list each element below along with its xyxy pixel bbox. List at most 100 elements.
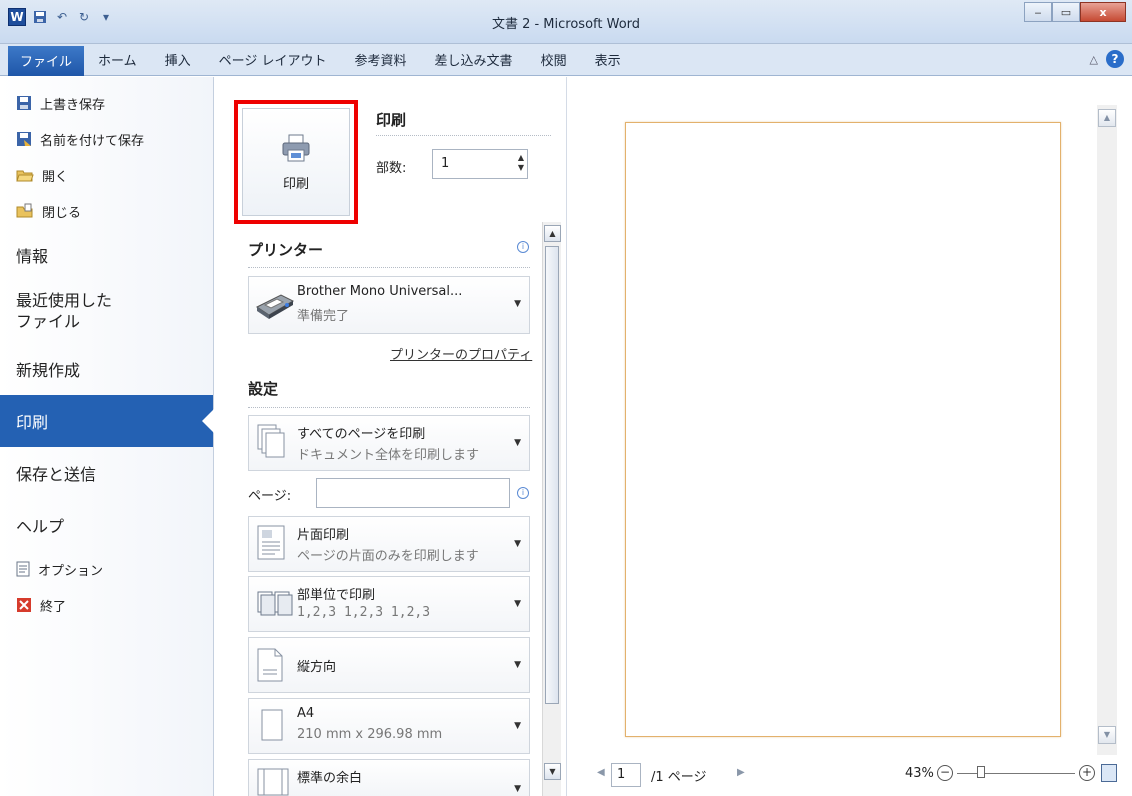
print-button-label: 印刷 — [282, 176, 309, 192]
close-button[interactable]: x — [1080, 2, 1126, 22]
duplex-sub: ページの片面のみを印刷します — [297, 549, 479, 564]
pages-info-icon[interactable]: i — [517, 487, 529, 499]
nav-save-as-label: 名前を付けて保存 — [40, 133, 145, 149]
print-section-divider — [376, 135, 551, 136]
paper-size-icon — [261, 709, 283, 741]
margins-title: 標準の余白 — [297, 771, 363, 786]
copies-label: 部数: — [376, 161, 407, 176]
save-as-icon — [16, 131, 32, 147]
nav-save-send[interactable]: 保存と送信 — [0, 447, 213, 499]
nav-options[interactable]: オプション — [0, 551, 213, 587]
print-range-dropdown[interactable]: すべてのページを印刷 ドキュメント全体を印刷します ▼ — [248, 415, 530, 471]
options-icon — [16, 561, 30, 577]
printer-info-icon[interactable]: i — [517, 241, 529, 253]
scroll-down-icon[interactable]: ▼ — [544, 763, 561, 780]
print-button[interactable]: 印刷 — [234, 100, 358, 224]
zoom-out-icon[interactable]: − — [937, 765, 953, 781]
tab-references[interactable]: 参考資料 — [341, 44, 421, 76]
nav-help[interactable]: ヘルプ — [0, 499, 213, 551]
printer-properties-link[interactable]: プリンターのプロパティ — [390, 344, 532, 363]
settings-divider — [248, 407, 530, 408]
help-icon[interactable]: ? — [1106, 50, 1124, 68]
preview-status-bar: ◀ 1 /1 ページ ▶ 43% − + — [567, 761, 1132, 793]
tab-page-layout[interactable]: ページ レイアウト — [205, 44, 341, 76]
open-folder-icon — [16, 167, 34, 183]
zoom-in-icon[interactable]: + — [1079, 765, 1095, 781]
tab-home[interactable]: ホーム — [84, 44, 151, 76]
current-page-input[interactable]: 1 — [611, 763, 641, 787]
nav-recent-label: 最近使用した ファイル — [16, 291, 113, 331]
ribbon-right-controls: △ ? — [1090, 50, 1124, 68]
title-bar: W ↶ ↻ ▾ 文書 2 - Microsoft Word ‒ ▭ x — [0, 0, 1132, 44]
printer-status: 準備完了 — [297, 309, 350, 324]
zoom-slider-thumb[interactable] — [976, 766, 985, 778]
margins-dropdown[interactable]: 標準の余白 ▼ — [248, 759, 530, 796]
chevron-down-icon: ▼ — [514, 599, 521, 609]
collate-title: 部単位で印刷 — [297, 588, 376, 603]
tab-file[interactable]: ファイル — [8, 45, 85, 76]
save-icon — [16, 95, 32, 111]
chevron-down-icon: ▼ — [514, 721, 521, 731]
minimize-ribbon-icon[interactable]: △ — [1090, 53, 1098, 66]
collate-dropdown[interactable]: 部単位で印刷 1,2,3 1,2,3 1,2,3 ▼ — [248, 576, 530, 632]
duplex-dropdown[interactable]: 片面印刷 ページの片面のみを印刷します ▼ — [248, 516, 530, 572]
chevron-down-icon: ▼ — [514, 438, 521, 448]
scroll-up-icon[interactable]: ▲ — [544, 225, 561, 242]
pages-input[interactable] — [316, 478, 510, 508]
paper-size-dropdown[interactable]: A4 210 mm x 296.98 mm ▼ — [248, 698, 530, 754]
zoom-level-label[interactable]: 43% — [905, 766, 934, 781]
minimize-button[interactable]: ‒ — [1024, 2, 1052, 22]
nav-save-as[interactable]: 名前を付けて保存 — [0, 121, 213, 157]
window-title: 文書 2 - Microsoft Word — [491, 17, 641, 32]
duplex-title: 片面印刷 — [297, 528, 350, 543]
nav-close[interactable]: 閉じる — [0, 193, 213, 229]
copies-value: 1 — [441, 156, 450, 171]
printer-device-icon — [255, 289, 295, 321]
nav-info[interactable]: 情報 — [0, 229, 213, 281]
close-folder-icon — [16, 203, 34, 219]
orientation-title: 縦方向 — [297, 660, 337, 675]
zoom-to-page-icon[interactable] — [1101, 764, 1117, 782]
orientation-dropdown[interactable]: 縦方向 ▼ — [248, 637, 530, 693]
tab-insert[interactable]: 挿入 — [151, 44, 205, 76]
tab-mailings[interactable]: 差し込み文書 — [421, 44, 527, 76]
nav-recent[interactable]: 最近使用した ファイル — [0, 281, 213, 343]
ribbon-tabs: ファイル ホーム 挿入 ページ レイアウト 参考資料 差し込み文書 校閲 表示 … — [0, 44, 1132, 76]
nav-open[interactable]: 開く — [0, 157, 213, 193]
pages-stack-icon — [257, 424, 287, 460]
printer-dropdown[interactable]: Brother Mono Universal... 準備完了 ▼ — [248, 276, 530, 334]
settings-section-title: 設定 — [248, 380, 279, 398]
tab-view[interactable]: 表示 — [581, 44, 635, 76]
tab-review[interactable]: 校閲 — [527, 44, 581, 76]
nav-print[interactable]: 印刷 — [0, 395, 214, 447]
preview-scrollbar[interactable]: ▲ ▼ — [1097, 105, 1117, 755]
scroll-up-icon[interactable]: ▲ — [1098, 109, 1116, 127]
nav-save-label: 上書き保存 — [40, 97, 106, 113]
nav-options-label: オプション — [38, 563, 104, 579]
print-preview-pane: ▲ ▼ ◀ 1 /1 ページ ▶ 43% − + — [566, 77, 1132, 796]
nav-close-label: 閉じる — [42, 205, 82, 221]
backstage-nav: 上書き保存 名前を付けて保存 開く 閉じる 情報 最近使用した ファイル 新規作… — [0, 77, 214, 796]
collate-sub: 1,2,3 1,2,3 1,2,3 — [297, 605, 431, 620]
printer-divider — [248, 267, 530, 268]
nav-save[interactable]: 上書き保存 — [0, 85, 213, 121]
print-range-sub: ドキュメント全体を印刷します — [297, 448, 480, 463]
maximize-button[interactable]: ▭ — [1052, 2, 1080, 22]
scroll-down-icon[interactable]: ▼ — [1098, 726, 1116, 744]
previous-page-icon[interactable]: ◀ — [597, 767, 605, 778]
zoom-slider-track[interactable] — [957, 773, 1075, 774]
nav-new[interactable]: 新規作成 — [0, 343, 213, 395]
print-settings-pane: 印刷 印刷 部数: 1 ▲ ▼ プリンター i Brother Mono Univ… — [214, 77, 566, 796]
printer-name: Brother Mono Universal... — [297, 284, 463, 299]
copies-stepper[interactable]: 1 ▲ ▼ — [432, 149, 528, 179]
printer-section-title: プリンター — [248, 241, 324, 259]
preview-page — [625, 122, 1061, 737]
settings-scrollbar[interactable]: ▲ ▼ — [542, 222, 561, 796]
printer-icon — [281, 133, 311, 163]
next-page-icon[interactable]: ▶ — [737, 767, 745, 778]
pages-label: ページ: — [248, 489, 292, 504]
window-controls: ‒ ▭ x — [1024, 2, 1126, 22]
nav-exit[interactable]: 終了 — [0, 587, 213, 623]
scroll-thumb[interactable] — [545, 246, 559, 704]
copies-stepper-arrows-icon[interactable]: ▲ ▼ — [518, 153, 524, 173]
